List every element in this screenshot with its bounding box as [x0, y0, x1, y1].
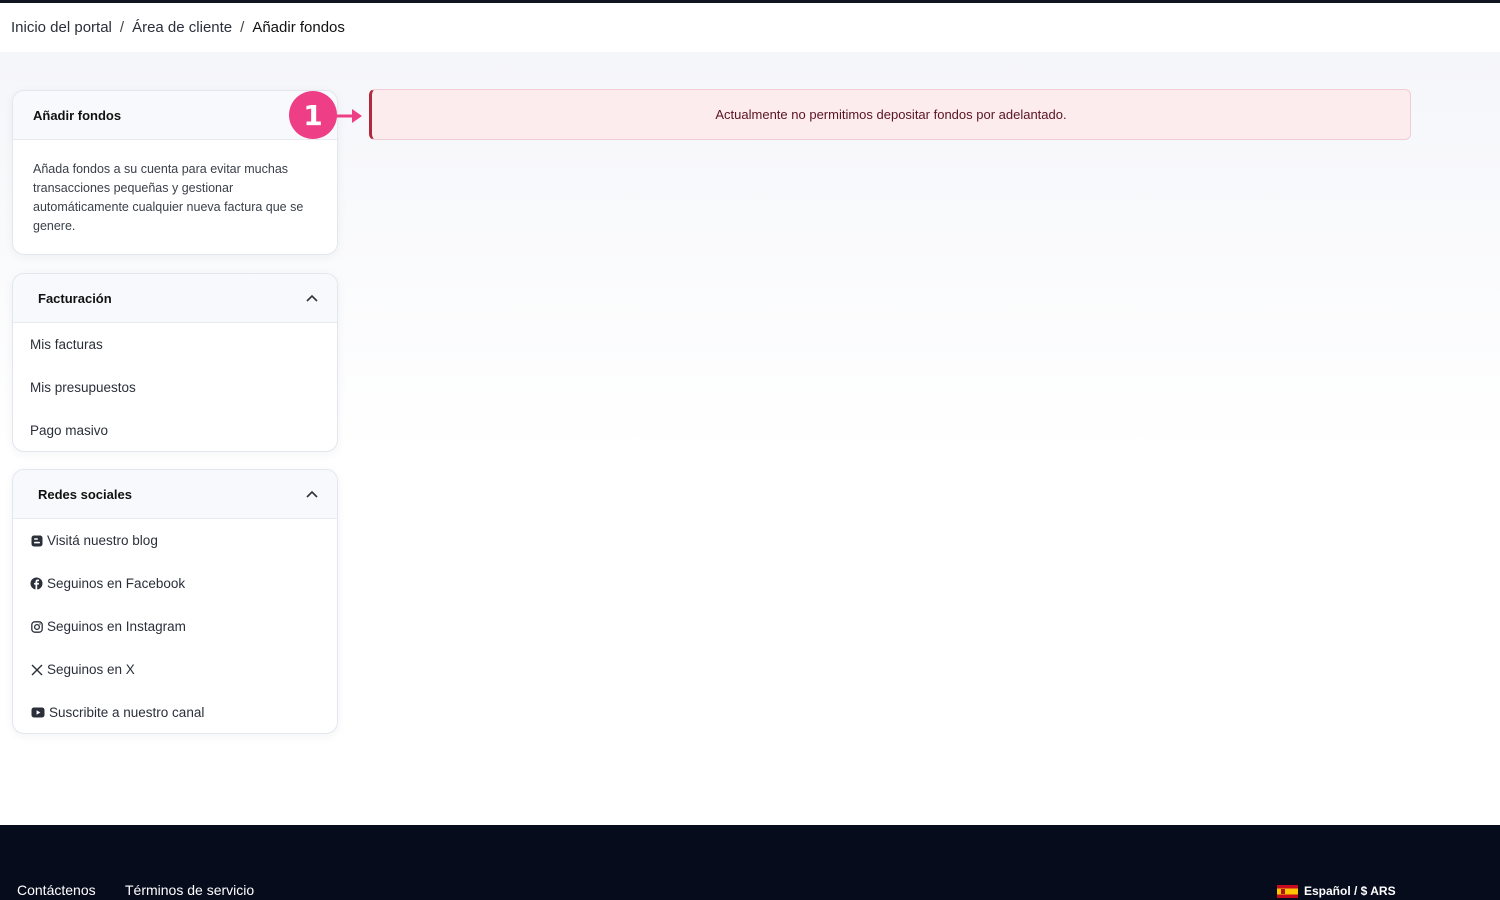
sidebar-item-my-invoices[interactable]: Mis facturas: [13, 323, 337, 366]
x-icon: [30, 663, 43, 676]
breadcrumb-client-area-link[interactable]: Área de cliente: [132, 19, 232, 36]
social-card-title: Redes sociales: [38, 486, 132, 502]
breadcrumb-separator: /: [240, 19, 245, 36]
sidebar-item-youtube[interactable]: Suscribite a nuestro canal: [13, 691, 337, 733]
menu-item-label: Mis facturas: [30, 337, 103, 352]
footer-terms-link[interactable]: Términos de servicio: [125, 882, 254, 898]
language-label: Español / $ ARS: [1304, 884, 1396, 898]
chevron-up-icon[interactable]: [305, 291, 319, 305]
chevron-up-icon[interactable]: [305, 487, 319, 501]
social-card-header[interactable]: Redes sociales: [13, 470, 337, 519]
menu-item-label: Visitá nuestro blog: [47, 533, 158, 548]
language-selector[interactable]: Español / $ ARS: [1277, 884, 1396, 898]
breadcrumb-current: Añadir fondos: [252, 19, 345, 36]
sidebar-item-mass-payment[interactable]: Pago masivo: [13, 409, 337, 451]
annotation-badge: 1: [289, 91, 337, 139]
breadcrumb-home-link[interactable]: Inicio del portal: [11, 19, 112, 36]
menu-item-label: Seguinos en Instagram: [47, 619, 186, 634]
instagram-icon: [30, 620, 43, 633]
menu-item-label: Suscribite a nuestro canal: [49, 705, 205, 720]
menu-item-label: Seguinos en Facebook: [47, 576, 186, 591]
spain-flag-icon: [1277, 884, 1298, 898]
sidebar-item-instagram[interactable]: Seguinos en Instagram: [13, 605, 337, 648]
sidebar-item-facebook[interactable]: Seguinos en Facebook: [13, 562, 337, 605]
billing-card: Facturación Mis facturas Mis presupuesto…: [12, 273, 338, 452]
annotation-arrow-icon: [336, 109, 362, 123]
billing-card-header[interactable]: Facturación: [13, 274, 337, 323]
billing-card-title: Facturación: [38, 290, 112, 306]
youtube-icon: [30, 706, 45, 719]
blogger-icon: [30, 534, 43, 547]
menu-item-label: Seguinos en X: [47, 662, 135, 677]
alert-message: Actualmente no permitimos depositar fond…: [715, 107, 1067, 122]
footer-contact-link[interactable]: Contáctenos: [17, 882, 96, 898]
footer: Contáctenos Términos de servicio Español…: [0, 825, 1500, 900]
menu-item-label: Mis presupuestos: [30, 380, 136, 395]
sidebar-item-x[interactable]: Seguinos en X: [13, 648, 337, 691]
breadcrumb: Inicio del portal / Área de cliente / Añ…: [0, 3, 1500, 52]
breadcrumb-separator: /: [119, 19, 125, 36]
sidebar-item-blog[interactable]: Visitá nuestro blog: [13, 519, 337, 562]
error-alert: Actualmente no permitimos depositar fond…: [369, 89, 1411, 140]
social-card: Redes sociales Visitá nuestro blog Segui…: [12, 469, 338, 734]
menu-item-label: Pago masivo: [30, 423, 109, 438]
facebook-icon: [30, 577, 43, 590]
add-funds-description: Añada fondos a su cuenta para evitar muc…: [33, 162, 304, 233]
sidebar-item-my-quotes[interactable]: Mis presupuestos: [13, 366, 337, 409]
